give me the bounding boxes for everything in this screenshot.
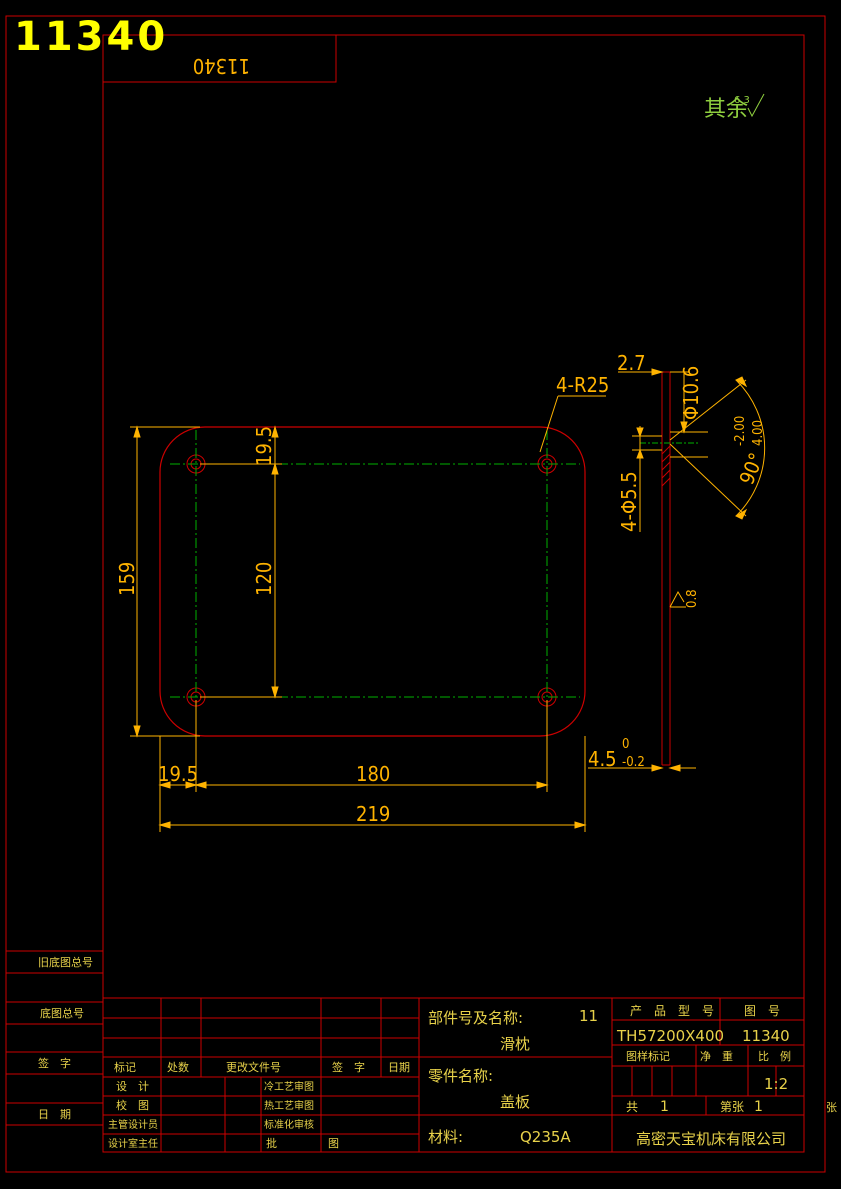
rev-chief-designer-label: 设计室主任: [108, 1137, 158, 1150]
rev-design-label: 设 计: [116, 1080, 149, 1093]
component-name: 盖板: [500, 1093, 530, 1111]
material: Q235A: [520, 1128, 571, 1146]
dim-angle-tol-upper: -2.00: [733, 416, 748, 446]
rev-standard-label: 标准化审核: [264, 1118, 314, 1131]
label-signature: 签 字: [38, 1056, 71, 1070]
drawing-no-label: 图 号: [744, 1004, 780, 1018]
rev-check-label: 校 图: [116, 1098, 149, 1112]
label-old-drawing-no: 旧底图总号: [38, 955, 93, 969]
scale: 1:2: [764, 1075, 788, 1093]
rev-approve-2-label: 图: [328, 1137, 339, 1150]
sheet-label: 第张: [720, 1100, 744, 1114]
drawing-number-large: 11340: [14, 14, 168, 60]
dim-thickness-tol-upper: 0: [622, 737, 629, 752]
sheet: 1: [754, 1099, 763, 1115]
dim-overall-width: 219: [356, 802, 390, 826]
engineering-drawing: 11340 11340 其余 6.3 159 120 19.5 19.5 180…: [0, 0, 841, 1189]
sheet-suffix: 张: [826, 1101, 837, 1114]
weight-label: 净 重: [700, 1049, 733, 1063]
dim-hole-offset-left: 19.5: [158, 762, 198, 786]
rev-signature-label: 签 字: [332, 1060, 365, 1074]
dim-hole-pitch-vertical: 120: [252, 562, 276, 596]
dim-overall-height: 159: [115, 562, 139, 596]
dim-hole-diameter: 4-Φ5.5: [617, 471, 641, 532]
part-no: 11: [579, 1007, 598, 1025]
dim-thickness-tol-lower: -0.2: [622, 755, 645, 770]
drawing-number-mirrored: 11340: [193, 54, 250, 78]
rev-date-label: 日期: [388, 1061, 410, 1074]
scale-label: 比 例: [758, 1049, 791, 1063]
label-base-drawing-no: 底图总号: [40, 1006, 84, 1020]
part-no-label: 部件号及名称:: [428, 1009, 523, 1027]
dim-hole-pitch-horizontal: 180: [356, 762, 390, 786]
total-label: 共: [626, 1100, 638, 1114]
dim-countersink-diameter: Φ10.6: [679, 366, 703, 420]
rev-mark-label: 标记: [114, 1060, 136, 1074]
part-name: 滑枕: [500, 1035, 530, 1053]
dim-hole-offset-top: 19.5: [252, 426, 276, 466]
rev-cold-process-label: 冷工艺审图: [264, 1080, 314, 1093]
product-model: TH57200X400: [616, 1027, 724, 1045]
stage-label: 图样标记: [626, 1049, 670, 1063]
roughness-note-value: 6.3: [734, 95, 750, 106]
component-label: 零件名称:: [428, 1067, 493, 1085]
rev-hot-process-label: 热工艺审图: [264, 1099, 314, 1112]
dim-thickness: 4.5: [588, 747, 617, 771]
dim-corner-radius: 4-R25: [556, 373, 609, 397]
company-name: 高密天宝机床有限公司: [636, 1130, 786, 1148]
rev-change-doc-label: 更改文件号: [226, 1060, 281, 1074]
material-label: 材料:: [428, 1128, 463, 1146]
product-model-label: 产 品 型 号: [630, 1004, 714, 1018]
rev-count-label: 处数: [167, 1061, 189, 1074]
drawing-no: 11340: [742, 1027, 790, 1045]
rev-lead-designer-label: 主管设计员: [108, 1118, 158, 1131]
dim-angle-tol-lower: 4.00: [751, 420, 766, 446]
total: 1: [660, 1099, 669, 1115]
dim-side-roughness: 0.8: [685, 589, 700, 608]
rev-approve-label: 批: [266, 1136, 277, 1150]
dim-top-thickness: 2.7: [617, 351, 646, 375]
label-date: 日 期: [38, 1108, 71, 1121]
